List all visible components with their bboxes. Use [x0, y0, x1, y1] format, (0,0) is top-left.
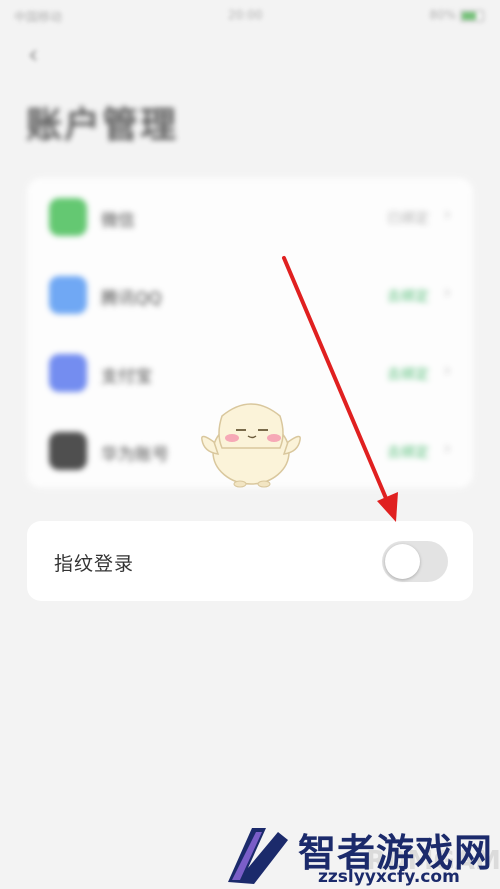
account-row-qq[interactable]: 腾讯QQ 去绑定 › [27, 256, 473, 334]
chevron-right-icon: › [443, 204, 451, 225]
account-status: 去绑定 [387, 445, 429, 461]
app-icon [49, 432, 87, 470]
account-status: 去绑定 [387, 289, 429, 305]
carrier-text: 中国移动 [14, 10, 63, 24]
back-arrow-icon[interactable]: ‹ [28, 40, 52, 70]
account-label: 微信 [101, 211, 135, 231]
account-status: 去绑定 [387, 367, 429, 383]
status-bar: 中国移动 20:00 80% [0, 0, 500, 30]
account-label: 华为账号 [101, 445, 169, 465]
fingerprint-login-label: 指纹登录 [54, 553, 135, 575]
account-status: 已绑定 [387, 211, 429, 227]
chevron-right-icon: › [443, 438, 451, 459]
watermark-logo-icon [228, 828, 288, 884]
account-label: 支付宝 [101, 367, 152, 387]
watermark: RDMGAME 智者游戏网 zzslyyxcfy.com [218, 822, 500, 889]
wechat-icon [49, 198, 87, 236]
tencent-icon [49, 276, 87, 314]
chevron-right-icon: › [443, 282, 451, 303]
chevron-right-icon: › [443, 360, 451, 381]
battery-text: 80% [429, 8, 456, 22]
toggle-knob [385, 544, 420, 579]
battery-icon [460, 9, 484, 22]
fingerprint-login-toggle[interactable] [382, 541, 448, 582]
fingerprint-login-card: 指纹登录 [27, 521, 473, 601]
account-label: 腾讯QQ [101, 289, 162, 309]
alipay-icon [49, 354, 87, 392]
watermark-url: zzslyyxcfy.com [318, 867, 460, 887]
page-title: 账户管理 [26, 105, 179, 146]
battery-indicator: 80% [429, 8, 484, 22]
mascot-sticker [201, 403, 301, 488]
clock-text: 20:00 [228, 8, 263, 22]
account-row-wechat[interactable]: 微信 已绑定 › [27, 178, 473, 256]
